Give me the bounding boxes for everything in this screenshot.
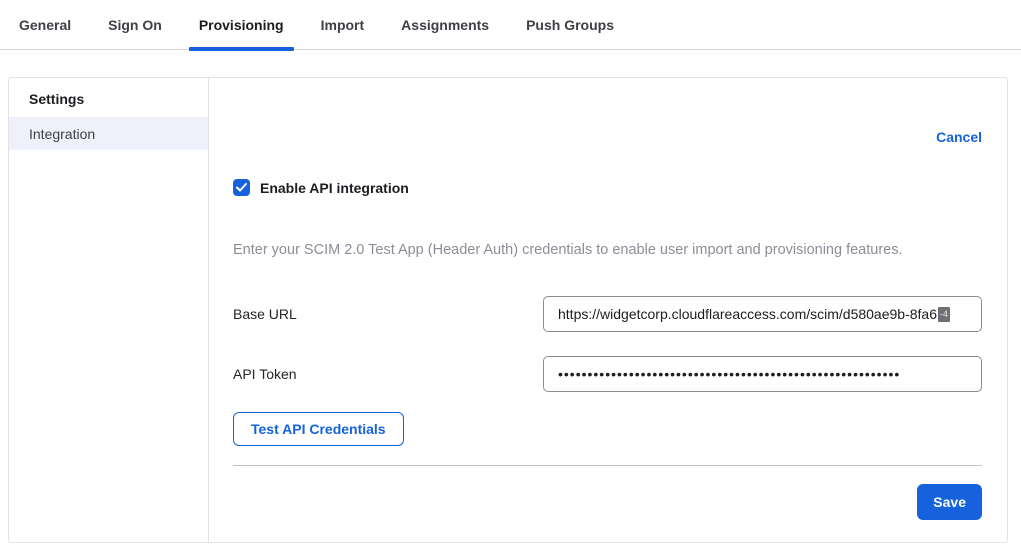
enable-api-checkbox[interactable] bbox=[233, 179, 250, 196]
checkmark-icon bbox=[236, 183, 247, 192]
text-overflow-indicator: -4 bbox=[938, 307, 950, 322]
api-token-input[interactable]: ••••••••••••••••••••••••••••••••••••••••… bbox=[543, 356, 982, 392]
provisioning-page: General Sign On Provisioning Import Assi… bbox=[0, 0, 1021, 553]
tab-general[interactable]: General bbox=[19, 0, 71, 49]
base-url-input[interactable]: https://widgetcorp.cloudflareaccess.com/… bbox=[543, 296, 982, 332]
api-token-row: API Token ••••••••••••••••••••••••••••••… bbox=[233, 356, 982, 392]
tab-import[interactable]: Import bbox=[321, 0, 365, 49]
footer-divider bbox=[233, 465, 982, 466]
tab-sign-on[interactable]: Sign On bbox=[108, 0, 162, 49]
test-api-credentials-button[interactable]: Test API Credentials bbox=[233, 412, 404, 446]
base-url-label: Base URL bbox=[233, 306, 543, 322]
tab-assignments[interactable]: Assignments bbox=[401, 0, 489, 49]
enable-api-label: Enable API integration bbox=[260, 180, 409, 196]
sidebar-heading: Settings bbox=[9, 78, 208, 117]
app-tab-bar: General Sign On Provisioning Import Assi… bbox=[0, 0, 1021, 50]
provisioning-panel: Settings Integration Cancel Enable API i… bbox=[8, 77, 1008, 543]
credentials-description: Enter your SCIM 2.0 Test App (Header Aut… bbox=[233, 240, 982, 260]
cancel-row: Cancel bbox=[233, 129, 982, 147]
tab-provisioning[interactable]: Provisioning bbox=[199, 0, 284, 49]
sidebar-item-integration[interactable]: Integration bbox=[9, 117, 208, 150]
settings-sidebar: Settings Integration bbox=[9, 78, 209, 542]
base-url-value: https://widgetcorp.cloudflareaccess.com/… bbox=[558, 306, 937, 322]
api-token-masked-value: ••••••••••••••••••••••••••••••••••••••••… bbox=[558, 366, 900, 382]
base-url-row: Base URL https://widgetcorp.cloudflareac… bbox=[233, 296, 982, 332]
enable-api-row: Enable API integration bbox=[233, 179, 982, 196]
save-button[interactable]: Save bbox=[917, 484, 982, 520]
sidebar-item-label: Integration bbox=[29, 126, 95, 142]
tab-push-groups[interactable]: Push Groups bbox=[526, 0, 614, 49]
cancel-link[interactable]: Cancel bbox=[936, 129, 982, 145]
test-credentials-row: Test API Credentials bbox=[233, 412, 982, 446]
integration-form: Cancel Enable API integration Enter your… bbox=[209, 78, 1007, 542]
save-row: Save bbox=[233, 484, 982, 520]
api-token-label: API Token bbox=[233, 366, 543, 382]
